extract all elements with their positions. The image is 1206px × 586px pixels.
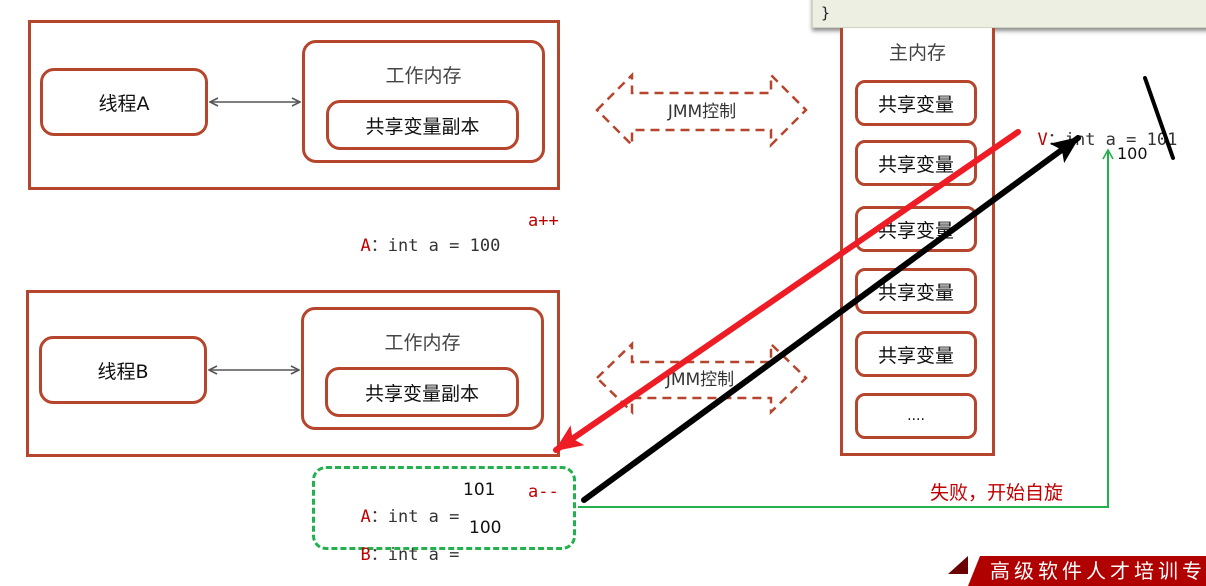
black-write-arrow [581,135,1081,503]
green-compare-line [578,148,1114,508]
strike-mark [1143,76,1175,160]
jmm-control-label-bottom: JMM控制 [665,370,734,390]
jmm-control-label-top: JMM控制 [667,102,736,122]
red-read-arrow [553,129,1021,453]
diagram-overlay: JMM控制 JMM控制 [0,71,1175,508]
